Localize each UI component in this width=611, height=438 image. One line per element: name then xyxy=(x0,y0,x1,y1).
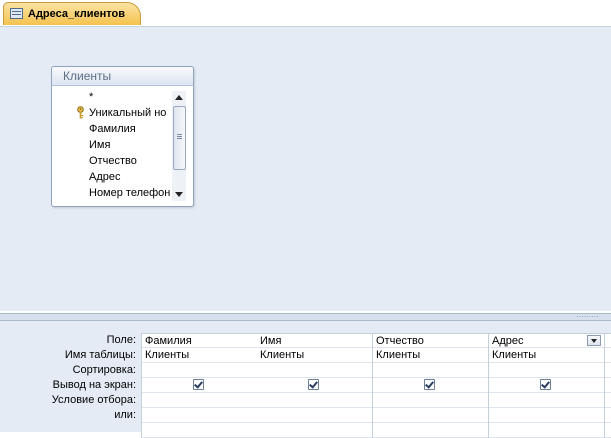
empty-cell[interactable] xyxy=(257,423,372,438)
row-label-or: или: xyxy=(114,409,136,421)
or-cell[interactable] xyxy=(489,408,604,423)
show-checkbox[interactable] xyxy=(424,379,435,390)
document-tab[interactable]: Адреса_клиентов xyxy=(3,2,141,25)
show-checkbox[interactable] xyxy=(308,379,319,390)
field-list-item[interactable]: Отчество xyxy=(58,153,172,169)
field-list-item[interactable]: Фамилия xyxy=(58,121,172,137)
field-list-item[interactable]: Адрес xyxy=(58,169,172,185)
or-cell[interactable] xyxy=(373,408,488,423)
show-cell xyxy=(489,378,604,393)
criteria-cell[interactable] xyxy=(373,393,488,408)
sort-cell[interactable] xyxy=(257,363,372,378)
table-cell[interactable]: Клиенты xyxy=(257,348,372,363)
scrollbar-thumb[interactable] xyxy=(173,106,186,170)
show-checkbox[interactable] xyxy=(193,379,204,390)
pane-splitter[interactable]: ········· xyxy=(0,313,611,321)
key-icon xyxy=(77,106,84,119)
grid-column: Адрес Клиенты xyxy=(489,333,605,438)
show-checkbox[interactable] xyxy=(540,379,551,390)
table-field-list-title[interactable]: Клиенты xyxy=(52,67,193,86)
empty-cell[interactable] xyxy=(605,423,611,438)
field-list-item[interactable]: Имя xyxy=(58,137,172,153)
show-cell xyxy=(257,378,372,393)
field-list-item[interactable]: * xyxy=(58,89,172,105)
query-design-grid: Поле: Имя таблицы: Сортировка: Вывод на … xyxy=(0,321,611,438)
table-cell[interactable]: Клиенты xyxy=(489,348,604,363)
field-label: Адрес xyxy=(89,171,121,183)
show-cell xyxy=(142,378,257,393)
table-field-list[interactable]: Клиенты * Уникальный но Фамилия Имя Отче… xyxy=(51,66,194,207)
empty-cell[interactable] xyxy=(373,423,488,438)
field-list-scrollbar[interactable] xyxy=(172,91,186,201)
sort-cell[interactable] xyxy=(373,363,488,378)
document-tab-title: Адреса_клиентов xyxy=(28,8,125,20)
field-cell[interactable]: Имя xyxy=(257,333,372,348)
document-tab-bar: Адреса_клиентов xyxy=(0,0,611,27)
scroll-down-arrow-icon[interactable] xyxy=(172,188,186,201)
criteria-cell[interactable] xyxy=(489,393,604,408)
field-label: Имя xyxy=(89,139,111,151)
or-cell[interactable] xyxy=(257,408,372,423)
field-list-item[interactable]: Уникальный но xyxy=(58,105,172,121)
grid-column: Отчество Клиенты xyxy=(373,333,489,438)
or-cell[interactable] xyxy=(605,408,611,423)
empty-cell[interactable] xyxy=(489,423,604,438)
row-label-table: Имя таблицы: xyxy=(64,349,136,361)
row-label-criteria: Условие отбора: xyxy=(51,394,136,406)
chevron-down-icon[interactable] xyxy=(587,335,601,346)
row-label-field: Поле: xyxy=(106,334,136,346)
sort-cell[interactable] xyxy=(142,363,257,378)
grid-column: Фамилия Клиенты xyxy=(141,333,258,438)
criteria-cell[interactable] xyxy=(142,393,257,408)
field-cell-value: Адрес xyxy=(492,335,524,347)
sort-cell[interactable] xyxy=(605,363,611,378)
table-cell[interactable] xyxy=(605,348,611,363)
field-cell[interactable] xyxy=(605,333,611,348)
field-label: Отчество xyxy=(89,155,137,167)
empty-cell[interactable] xyxy=(142,423,257,438)
table-cell[interactable]: Клиенты xyxy=(373,348,488,363)
show-cell xyxy=(373,378,488,393)
criteria-cell[interactable] xyxy=(257,393,372,408)
query-icon xyxy=(10,8,23,19)
field-label: * xyxy=(89,91,94,103)
field-list-item[interactable]: Номер телефон xyxy=(58,185,172,201)
grid-row-labels: Поле: Имя таблицы: Сортировка: Вывод на … xyxy=(0,333,140,423)
row-label-sort: Сортировка: xyxy=(72,364,136,376)
field-label: Фамилия xyxy=(89,123,136,135)
field-label: Уникальный но xyxy=(89,107,167,119)
sort-cell[interactable] xyxy=(489,363,604,378)
field-label: Номер телефон xyxy=(89,187,171,199)
show-cell[interactable] xyxy=(605,378,611,393)
row-label-show: Вывод на экран: xyxy=(52,379,136,391)
field-cell[interactable]: Отчество xyxy=(373,333,488,348)
criteria-cell[interactable] xyxy=(605,393,611,408)
field-cell[interactable]: Адрес xyxy=(489,333,604,348)
field-cell[interactable]: Фамилия xyxy=(142,333,257,348)
field-list: * Уникальный но Фамилия Имя Отчество Адр… xyxy=(58,89,172,204)
table-cell[interactable]: Клиенты xyxy=(142,348,257,363)
grid-column-partial xyxy=(605,333,611,438)
scroll-up-arrow-icon[interactable] xyxy=(172,91,186,104)
query-design-table-area: Клиенты * Уникальный но Фамилия Имя Отче… xyxy=(0,27,611,340)
or-cell[interactable] xyxy=(142,408,257,423)
splitter-grip: ········· xyxy=(576,314,599,320)
grid-column: Имя Клиенты xyxy=(257,333,373,438)
